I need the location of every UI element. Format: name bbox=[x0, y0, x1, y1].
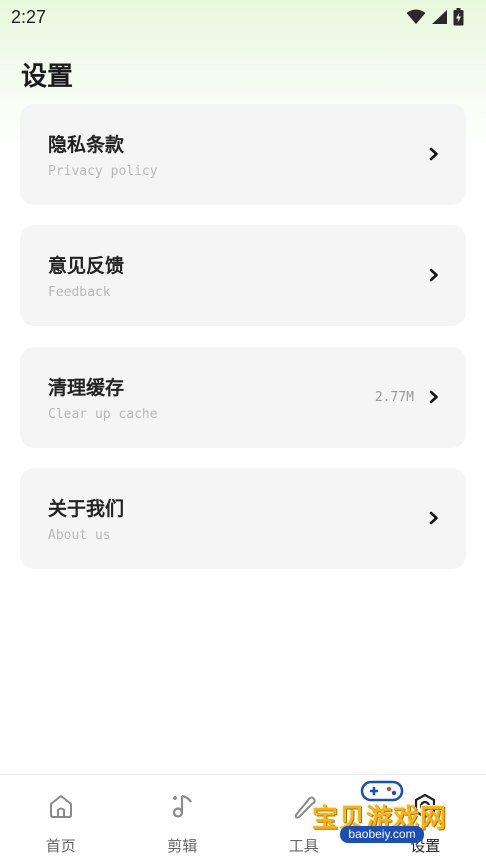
privacy-policy-item[interactable]: 隐私条款 Privacy policy bbox=[20, 104, 466, 205]
item-title: 隐私条款 bbox=[48, 134, 125, 156]
feedback-item[interactable]: 意见反馈 Feedback bbox=[20, 225, 466, 326]
music-note-icon bbox=[173, 794, 193, 818]
nav-label: 剪辑 bbox=[167, 837, 198, 855]
clear-cache-item[interactable]: 清理缓存 Clear up cache 2.77M bbox=[20, 347, 466, 448]
signal-icon bbox=[432, 10, 447, 24]
wifi-icon bbox=[406, 9, 426, 24]
home-icon bbox=[49, 795, 72, 818]
nav-home[interactable]: 首页 bbox=[0, 775, 122, 864]
item-subtitle: Clear up cache bbox=[48, 407, 158, 422]
chevron-right-icon bbox=[429, 268, 438, 282]
about-us-item[interactable]: 关于我们 About us bbox=[20, 468, 466, 569]
status-time: 2:27 bbox=[11, 6, 47, 27]
cache-size: 2.77M bbox=[374, 390, 414, 405]
chevron-right-icon bbox=[429, 390, 438, 404]
item-title: 清理缓存 bbox=[48, 377, 125, 399]
item-title: 意见反馈 bbox=[48, 255, 125, 277]
item-subtitle: About us bbox=[48, 528, 111, 543]
item-title: 关于我们 bbox=[48, 498, 125, 520]
site-watermark: 宝贝游戏网 baobeiy.com bbox=[300, 776, 460, 860]
chevron-right-icon bbox=[429, 511, 438, 525]
nav-edit[interactable]: 剪辑 bbox=[122, 775, 244, 864]
item-subtitle: Privacy policy bbox=[48, 164, 158, 179]
status-icons bbox=[406, 8, 464, 26]
nav-label: 首页 bbox=[45, 837, 76, 855]
watermark-url: baobeiy.com bbox=[340, 826, 424, 843]
item-subtitle: Feedback bbox=[48, 285, 111, 300]
chevron-right-icon bbox=[429, 147, 438, 161]
page-title: 设置 bbox=[21, 62, 74, 92]
status-bar: 2:27 bbox=[0, 0, 486, 34]
battery-icon bbox=[453, 8, 464, 26]
